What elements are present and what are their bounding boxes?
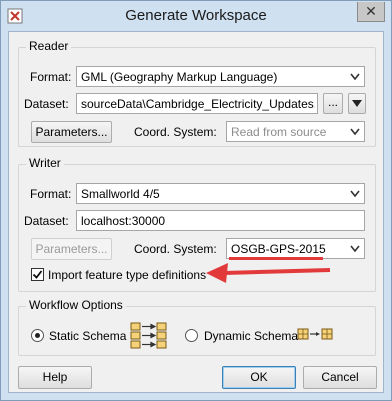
reader-dataset-menu-button[interactable] xyxy=(348,93,366,114)
writer-dataset-field[interactable]: localhost:30000 xyxy=(76,210,365,231)
dropdown-arrow-icon xyxy=(350,128,360,135)
checkmark-icon xyxy=(32,270,43,279)
reader-browse-button[interactable]: ... xyxy=(323,93,343,114)
reader-legend: Reader xyxy=(26,39,72,53)
dynamic-schema-label: Dynamic Schema xyxy=(204,329,299,343)
writer-format-value: Smallworld 4/5 xyxy=(81,187,160,201)
writer-coord-label: Coord. System: xyxy=(134,242,217,256)
reader-format-select[interactable]: GML (Geography Markup Language) xyxy=(76,66,365,87)
generate-workspace-dialog: Generate Workspace ✕ Reader Format: GML … xyxy=(0,0,392,401)
writer-dataset-value: localhost:30000 xyxy=(81,214,166,228)
reader-parameters-button[interactable]: Parameters... xyxy=(31,121,112,143)
writer-parameters-button[interactable]: Parameters... xyxy=(31,238,112,260)
writer-format-label: Format: xyxy=(30,187,72,201)
close-icon[interactable]: ✕ xyxy=(357,2,385,22)
reader-dataset-label: Dataset: xyxy=(24,97,69,111)
workflow-options-group: Workflow Options Static Schema Dynamic S… xyxy=(18,298,376,356)
reader-format-label: Format: xyxy=(30,70,72,84)
writer-dataset-label: Dataset: xyxy=(24,214,69,228)
import-feature-types-checkbox[interactable] xyxy=(31,268,44,281)
dropdown-arrow-icon xyxy=(350,190,360,197)
dialog-body: Reader Format: GML (Geography Markup Lan… xyxy=(8,31,384,393)
reader-coord-select[interactable]: Read from source xyxy=(226,121,365,142)
window-title: Generate Workspace xyxy=(125,7,267,24)
reader-coord-value: Read from source xyxy=(231,125,327,139)
reader-dataset-value: sourceData\Cambridge_Electricity_Updates… xyxy=(81,97,315,111)
dynamic-schema-icon xyxy=(297,328,333,340)
coord-annotation-underline xyxy=(229,257,323,260)
reader-group: Reader Format: GML (Geography Markup Lan… xyxy=(18,39,376,147)
writer-coord-value: OSGB-GPS-2015 xyxy=(231,242,326,256)
title-bar[interactable]: Generate Workspace ✕ xyxy=(1,1,391,31)
reader-dataset-field[interactable]: sourceData\Cambridge_Electricity_Updates… xyxy=(76,93,318,114)
import-feature-types-label: Import feature type definitions xyxy=(48,268,207,282)
static-schema-label: Static Schema xyxy=(49,329,127,343)
workflow-legend: Workflow Options xyxy=(26,298,126,312)
help-button[interactable]: Help xyxy=(18,366,92,389)
reader-coord-label: Coord. System: xyxy=(134,125,217,139)
dropdown-arrow-icon xyxy=(350,245,360,252)
dropdown-arrow-icon xyxy=(352,100,362,107)
dropdown-arrow-icon xyxy=(350,73,360,80)
static-schema-icon xyxy=(130,322,167,349)
ok-button[interactable]: OK xyxy=(222,366,296,389)
dynamic-schema-radio[interactable] xyxy=(185,329,198,342)
annotation-arrow-icon xyxy=(206,263,331,283)
reader-format-value: GML (Geography Markup Language) xyxy=(81,70,278,84)
writer-format-select[interactable]: Smallworld 4/5 xyxy=(76,183,365,204)
writer-legend: Writer xyxy=(26,156,64,170)
writer-group: Writer Format: Smallworld 4/5 Dataset: l… xyxy=(18,156,376,292)
writer-coord-select[interactable]: OSGB-GPS-2015 xyxy=(226,238,365,259)
static-schema-radio[interactable] xyxy=(31,329,44,342)
cancel-button[interactable]: Cancel xyxy=(303,366,377,389)
